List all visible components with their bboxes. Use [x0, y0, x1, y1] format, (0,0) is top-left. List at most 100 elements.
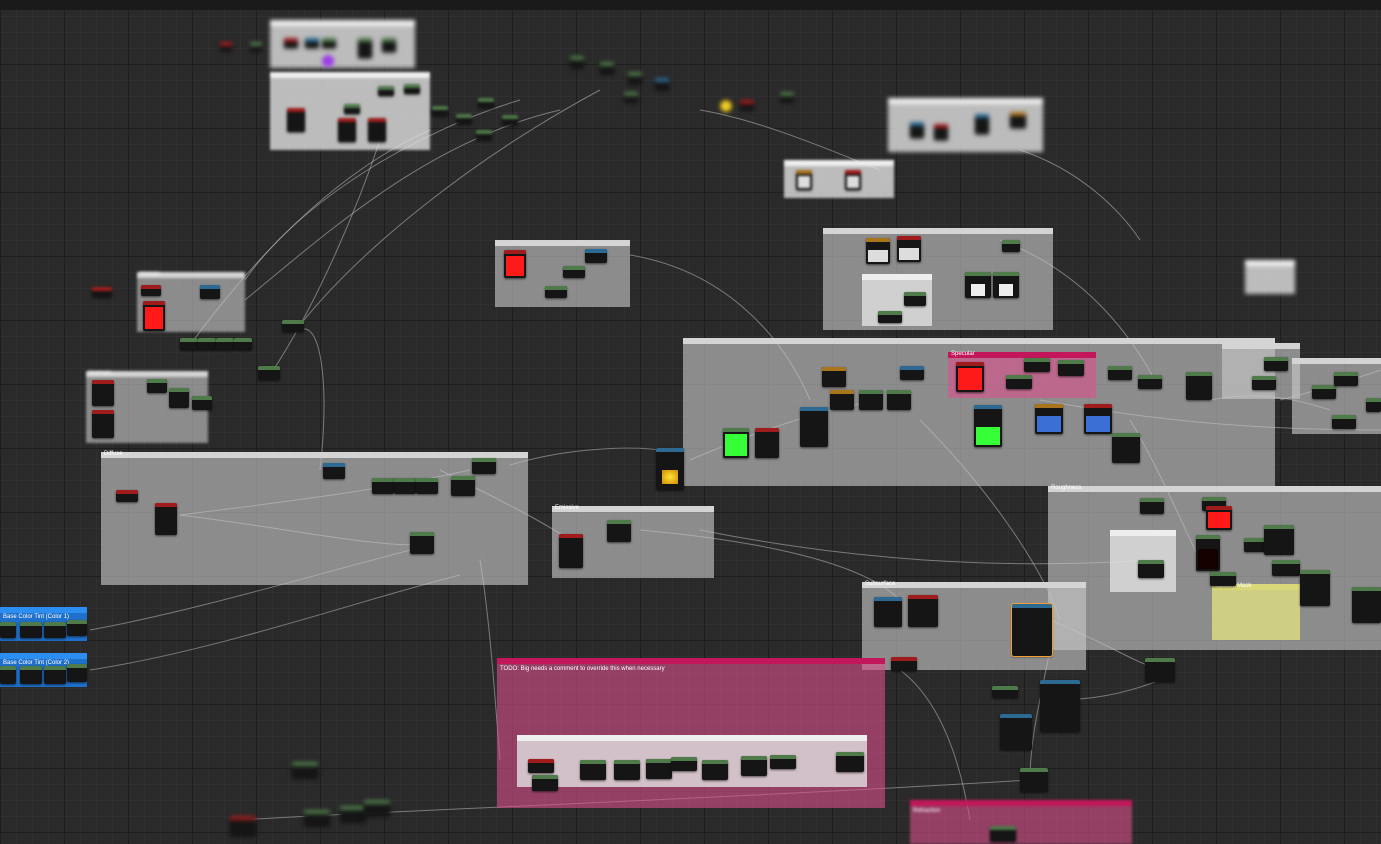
math-node[interactable]	[1058, 360, 1084, 376]
math-node[interactable]	[282, 320, 304, 332]
material-graph-canvas[interactable]: Metallic Normals Diffuse Emissive Specul…	[0, 0, 1381, 844]
math-node[interactable]	[904, 292, 926, 306]
texture-sample-node[interactable]	[740, 100, 754, 110]
math-node[interactable]	[234, 338, 252, 350]
texture-sample-node[interactable]	[220, 42, 232, 51]
texture-sample-node[interactable]	[92, 380, 114, 406]
color-parameter-node[interactable]	[723, 428, 749, 458]
math-node[interactable]	[1332, 415, 1356, 429]
parameter-node[interactable]	[200, 285, 220, 299]
math-node[interactable]	[628, 72, 642, 84]
math-node[interactable]	[990, 826, 1016, 842]
math-node[interactable]	[258, 366, 280, 380]
parameter-node[interactable]	[900, 366, 924, 380]
math-node[interactable]	[20, 622, 42, 638]
math-node[interactable]	[580, 760, 606, 780]
math-node[interactable]	[563, 266, 585, 278]
texture-sample-node[interactable]	[287, 108, 305, 132]
parameter-node[interactable]	[975, 114, 989, 134]
texture-sample-node[interactable]	[155, 503, 177, 535]
math-node[interactable]	[67, 664, 87, 682]
math-node[interactable]	[1272, 560, 1300, 576]
math-node[interactable]	[671, 757, 697, 771]
comment-box-far-right[interactable]	[1222, 343, 1300, 399]
math-node[interactable]	[198, 338, 216, 350]
comment-box-opacity-mask[interactable]: Opacity Mask	[1212, 583, 1300, 640]
texture-sample-node[interactable]	[368, 118, 386, 142]
constant-node[interactable]	[822, 367, 846, 387]
texture-sample-node[interactable]	[908, 595, 938, 627]
parameter-node[interactable]	[874, 597, 902, 627]
math-node[interactable]	[340, 806, 366, 822]
math-node[interactable]	[1002, 240, 1020, 252]
texture-sample-node[interactable]	[897, 236, 921, 262]
texture-sample-node[interactable]	[338, 118, 356, 142]
math-node[interactable]	[614, 760, 640, 780]
parameter-node[interactable]	[1040, 680, 1080, 732]
math-node[interactable]	[1112, 433, 1140, 463]
math-node[interactable]	[1210, 572, 1236, 586]
color-parameter-node[interactable]	[1084, 404, 1112, 434]
math-node[interactable]	[1196, 535, 1220, 571]
math-node[interactable]	[607, 520, 631, 542]
color-parameter-node[interactable]	[1035, 404, 1063, 434]
math-node[interactable]	[169, 388, 189, 408]
math-node[interactable]	[1312, 385, 1336, 399]
parameter-node[interactable]	[655, 78, 669, 90]
parameter-node[interactable]	[800, 407, 828, 447]
math-node[interactable]	[887, 390, 911, 410]
math-node[interactable]	[1140, 498, 1164, 514]
math-node[interactable]	[147, 379, 167, 393]
math-node[interactable]	[993, 272, 1019, 298]
math-node[interactable]	[1186, 372, 1212, 400]
math-node[interactable]	[1352, 587, 1381, 623]
math-node[interactable]	[192, 396, 212, 410]
comment-box-offscreen-hint[interactable]	[1245, 260, 1295, 294]
math-node[interactable]	[456, 114, 472, 124]
math-node[interactable]	[965, 272, 991, 298]
math-node[interactable]	[451, 476, 475, 496]
math-node[interactable]	[292, 762, 318, 778]
math-node[interactable]	[20, 666, 42, 684]
math-node[interactable]	[1264, 525, 1294, 555]
math-node[interactable]	[770, 755, 796, 769]
math-node[interactable]	[476, 130, 492, 140]
texture-sample-node[interactable]	[92, 410, 114, 438]
math-node[interactable]	[1145, 658, 1175, 682]
constant-node[interactable]	[866, 238, 890, 264]
math-node[interactable]	[44, 622, 66, 638]
math-node[interactable]	[878, 311, 902, 323]
texture-sample-node[interactable]	[284, 38, 298, 48]
color-parameter-node[interactable]	[143, 301, 165, 331]
color-parameter-node[interactable]	[504, 250, 526, 278]
emissive-color-node[interactable]	[656, 448, 684, 490]
parameter-node[interactable]	[585, 249, 607, 263]
math-node[interactable]	[741, 756, 767, 776]
texture-sample-node[interactable]	[116, 490, 138, 502]
math-node[interactable]	[44, 666, 66, 684]
math-node[interactable]	[1300, 570, 1330, 606]
math-node[interactable]	[410, 532, 434, 554]
math-node[interactable]	[0, 622, 16, 638]
color-parameter-node[interactable]	[956, 362, 984, 392]
math-node[interactable]	[1006, 375, 1032, 389]
math-node[interactable]	[780, 92, 794, 102]
texture-sample-node[interactable]	[755, 428, 779, 458]
math-node[interactable]	[478, 98, 494, 108]
math-node[interactable]	[472, 458, 496, 474]
math-node[interactable]	[859, 390, 883, 410]
math-node[interactable]	[1138, 560, 1164, 578]
math-node[interactable]	[394, 478, 416, 494]
constant-node[interactable]	[1010, 112, 1026, 128]
math-node[interactable]	[1138, 375, 1162, 389]
math-node[interactable]	[216, 338, 234, 350]
parameter-node[interactable]	[910, 122, 924, 138]
math-node[interactable]	[372, 478, 394, 494]
color-parameter-node[interactable]	[1206, 506, 1232, 530]
texture-sample-node[interactable]	[934, 124, 948, 140]
math-node[interactable]	[646, 759, 672, 779]
math-node[interactable]	[180, 338, 198, 350]
math-node[interactable]	[322, 38, 336, 48]
math-node[interactable]	[1334, 372, 1358, 386]
parameter-node[interactable]	[305, 38, 319, 48]
